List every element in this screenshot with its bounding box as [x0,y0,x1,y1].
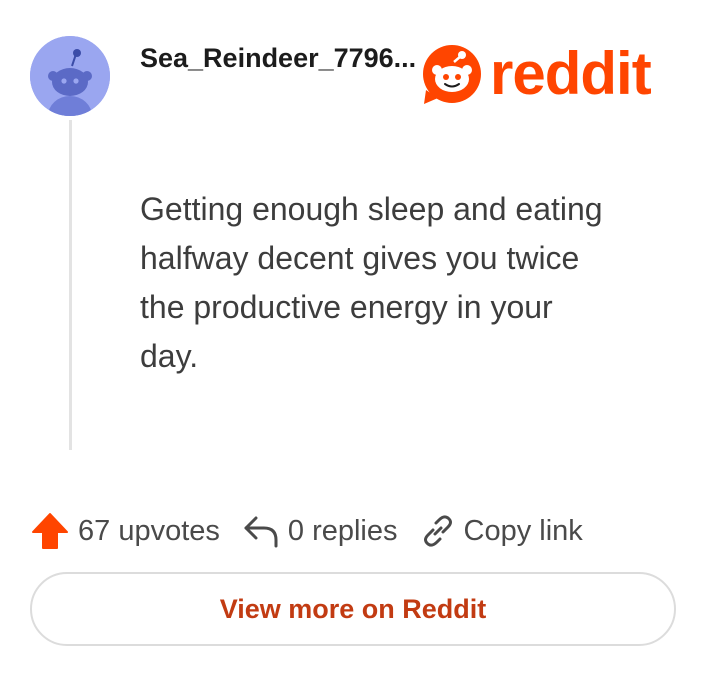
thread-line [69,120,72,450]
reddit-brand: reddit [420,40,652,107]
upvote-button[interactable]: 67 upvotes [30,511,220,551]
snoo-avatar-icon [30,36,110,116]
reddit-wordmark: reddit [490,40,652,107]
replies-count: 0 replies [287,514,398,547]
comment-body: Getting enough sleep and eating halfway … [140,191,603,374]
copy-link-label: Copy link [463,514,583,547]
comment-actions: 67 upvotes 0 replies Copy link [30,508,583,554]
upvote-arrow-icon [32,513,68,549]
view-more-on-reddit-button[interactable]: View more on Reddit [30,572,676,646]
upvotes-count: 67 upvotes [78,514,220,547]
reply-arrow-icon [244,516,278,548]
copy-link-button[interactable]: Copy link [420,513,583,549]
link-icon [423,515,452,547]
avatar[interactable] [30,36,110,116]
reddit-snoo-logo-icon [423,45,481,104]
comment-author[interactable]: Sea_Reindeer_7796... [140,40,416,77]
reply-button[interactable]: 0 replies [242,512,398,550]
